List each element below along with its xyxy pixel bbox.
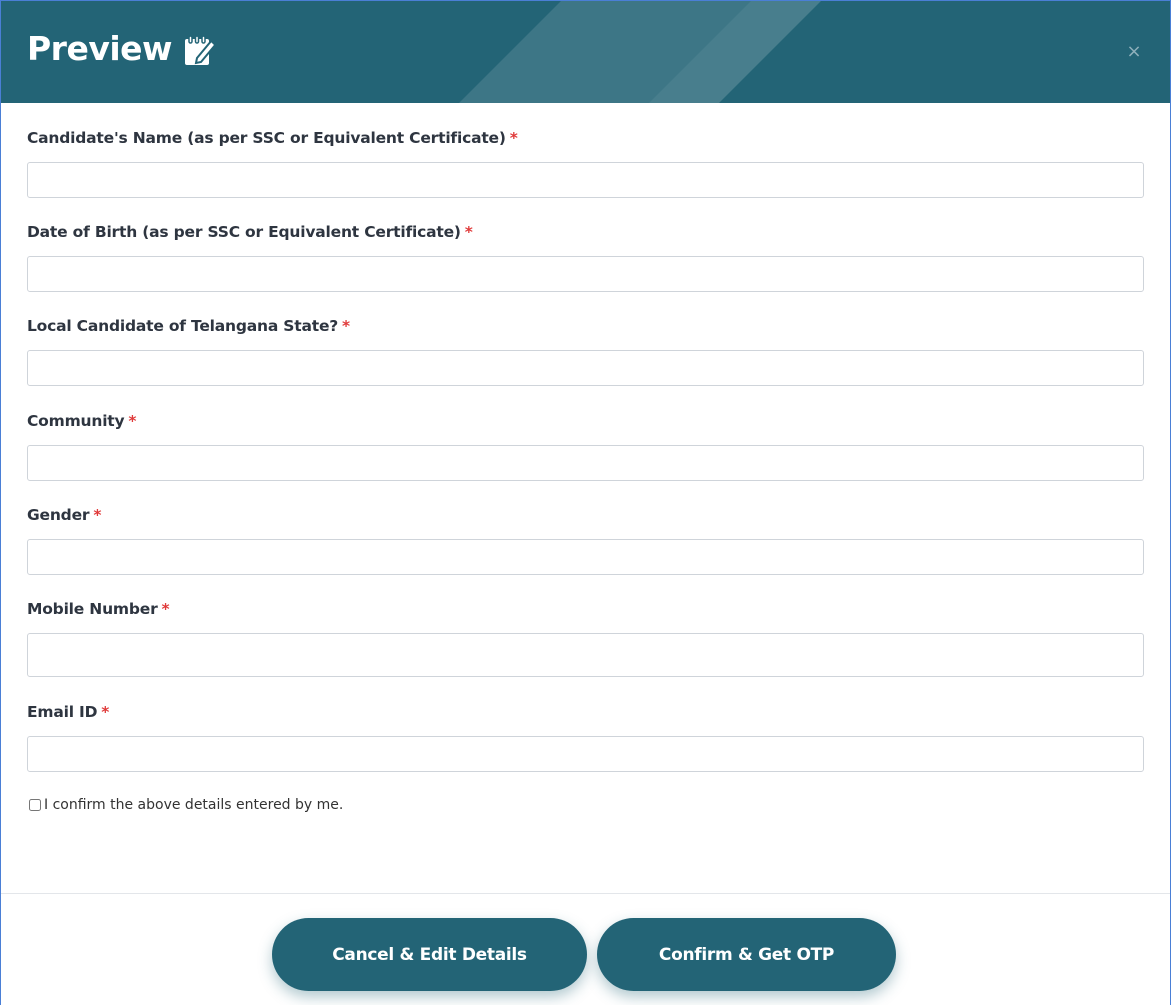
modal-title: Preview	[27, 29, 173, 68]
name-label: Candidate's Name (as per SSC or Equivale…	[27, 129, 518, 147]
confirm-label: I confirm the above details entered by m…	[44, 797, 344, 813]
preview-modal: Preview × Candidate's Name (as per SSC o…	[0, 0, 1171, 1005]
local-candidate-label-text: Local Candidate of Telangana State?	[27, 317, 339, 335]
cancel-edit-button[interactable]: Cancel & Edit Details	[272, 918, 587, 991]
required-marker: *	[93, 506, 102, 524]
confirm-get-otp-button[interactable]: Confirm & Get OTP	[597, 918, 896, 991]
dob-label: Date of Birth (as per SSC or Equivalent …	[27, 223, 473, 241]
confirm-checkbox-row[interactable]: I confirm the above details entered by m…	[29, 797, 343, 813]
community-input[interactable]	[27, 445, 1144, 481]
community-label: Community *	[27, 412, 137, 430]
confirm-checkbox[interactable]	[29, 799, 41, 811]
close-icon[interactable]: ×	[1126, 43, 1142, 61]
required-marker: *	[161, 600, 170, 618]
edit-note-icon	[182, 31, 218, 67]
date-of-birth-input[interactable]	[27, 256, 1144, 292]
local-candidate-input[interactable]	[27, 350, 1144, 386]
email-label-text: Email ID	[27, 703, 98, 721]
email-label: Email ID *	[27, 703, 109, 721]
community-label-text: Community	[27, 412, 125, 430]
footer-divider	[1, 893, 1170, 894]
local-candidate-label: Local Candidate of Telangana State? *	[27, 317, 350, 335]
mobile-number-input[interactable]	[27, 633, 1144, 677]
name-label-text: Candidate's Name (as per SSC or Equivale…	[27, 129, 506, 147]
required-marker: *	[509, 129, 518, 147]
modal-header: Preview ×	[1, 1, 1170, 103]
required-marker: *	[342, 317, 350, 335]
required-marker: *	[101, 703, 110, 721]
email-input[interactable]	[27, 736, 1144, 772]
title-group: Preview	[27, 29, 218, 68]
gender-label: Gender *	[27, 506, 101, 524]
gender-input[interactable]	[27, 539, 1144, 575]
dob-label-text: Date of Birth (as per SSC or Equivalent …	[27, 223, 461, 241]
required-marker: *	[464, 223, 473, 241]
mobile-label-text: Mobile Number	[27, 600, 158, 618]
required-marker: *	[128, 412, 137, 430]
mobile-label: Mobile Number *	[27, 600, 170, 618]
candidate-name-input[interactable]	[27, 162, 1144, 198]
gender-label-text: Gender	[27, 506, 90, 524]
